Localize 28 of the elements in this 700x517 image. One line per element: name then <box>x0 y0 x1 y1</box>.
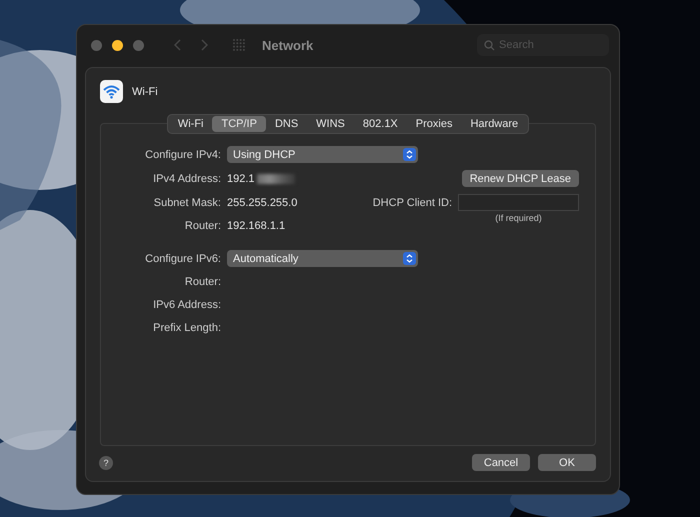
field-value: 192.168.1.1 <box>227 219 286 234</box>
field-label: DHCP Client ID: <box>372 196 452 210</box>
field-label: Configure IPv4: <box>144 148 222 162</box>
field-label: IPv4 Address: <box>152 172 222 186</box>
tab[interactable]: Wi-Fi <box>168 116 212 132</box>
field-hint: (If required) <box>494 213 543 223</box>
tab[interactable]: TCP/IP <box>212 116 266 132</box>
tab[interactable]: Hardware <box>461 116 528 132</box>
popup-select[interactable]: Automatically <box>227 250 418 267</box>
field-label: Prefix Length: <box>152 321 222 336</box>
tab[interactable]: WINS <box>307 116 354 132</box>
window-title: Network <box>262 38 314 52</box>
field-label: Subnet Mask: <box>152 196 222 210</box>
renew-lease-button[interactable]: Renew DHCP Lease <box>462 170 579 187</box>
field-value: 255.255.255.0 <box>227 196 298 210</box>
tab[interactable]: Proxies <box>406 116 462 132</box>
field-label: Router: <box>184 219 222 234</box>
field-value: 192.1 <box>227 172 255 186</box>
field-label: IPv6 Address: <box>152 298 222 313</box>
tab[interactable]: 802.1X <box>354 116 407 132</box>
field-label: Configure IPv6: <box>144 252 222 266</box>
service-name: Wi-Fi <box>132 86 158 98</box>
help-button[interactable]: ? <box>99 456 113 470</box>
field-label: Router: <box>184 275 222 290</box>
popup-select[interactable]: Using DHCP <box>227 146 418 163</box>
tab[interactable]: DNS <box>266 116 308 132</box>
ok-button[interactable]: OK <box>538 454 596 471</box>
cancel-button[interactable]: Cancel <box>472 454 530 471</box>
